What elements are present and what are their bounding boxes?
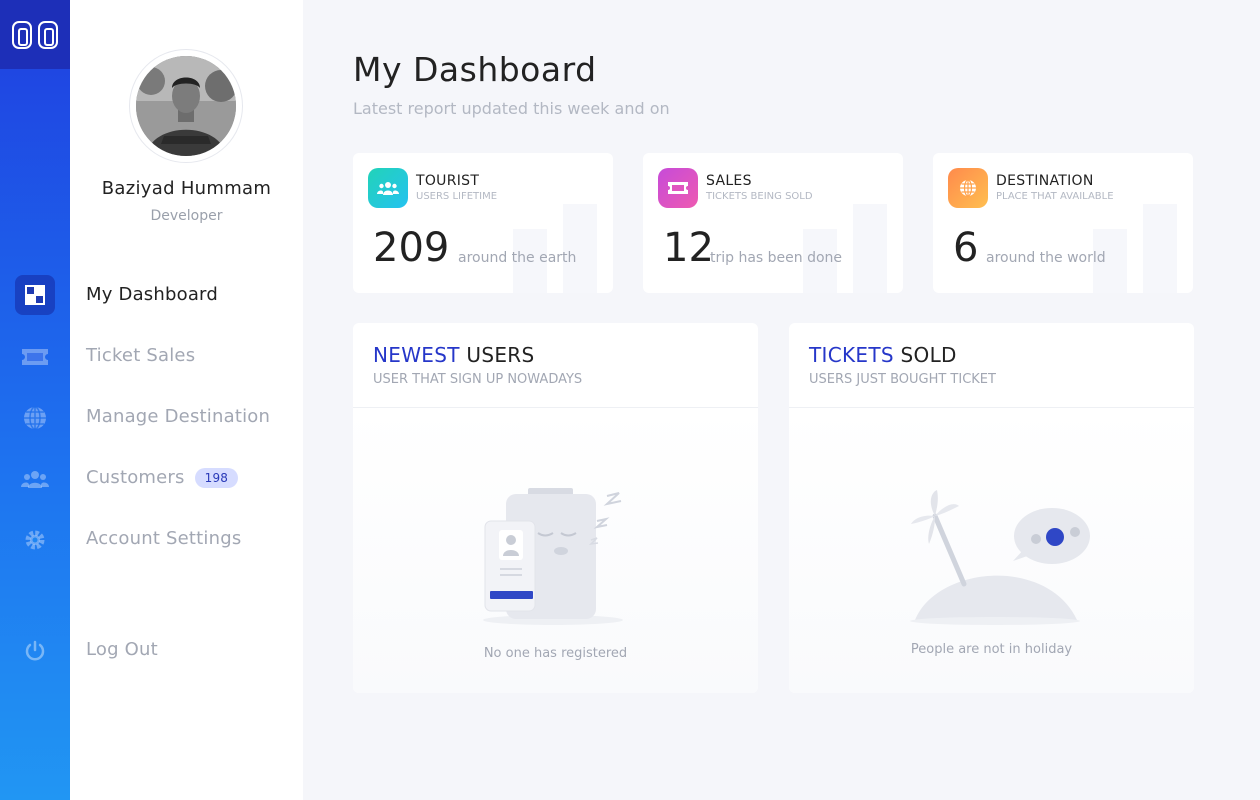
card-title-rest: USERS [466,343,535,367]
stat-title: SALES [706,173,752,189]
nav-item-label: My Dashboard [86,284,218,305]
stat-value: 6 [953,225,979,271]
card-title-rest: SOLD [900,343,957,367]
card-subtitle: USER THAT SIGN UP NOWADAYS [373,372,583,387]
card-body: No one has registered [353,408,758,693]
nav-item-label: Account Settings [86,528,242,549]
card-body: People are not in holiday [789,408,1194,693]
dashboard-icon[interactable] [15,275,55,315]
stat-subtitle: USERS LIFETIME [416,191,498,202]
globe-icon[interactable] [15,398,55,438]
nav-item-my-dashboard[interactable]: My Dashboard [86,284,218,305]
stat-card-destination[interactable]: DESTINATION PLACE THAT AVAILABLE 6 aroun… [933,153,1193,293]
power-icon[interactable] [15,631,55,671]
nav-item-ticket-sales[interactable]: Ticket Sales [86,345,195,366]
users-icon[interactable] [15,459,55,499]
card-header: NEWEST USERS USER THAT SIGN UP NOWADAYS [353,323,758,408]
stat-card-sales[interactable]: SALES TICKETS BEING SOLD 12 trip has bee… [643,153,903,293]
card-title: TICKETS SOLD [809,343,1174,367]
card-title-highlight: NEWEST [373,343,460,367]
stat-description: trip has been done [710,250,843,266]
nav-item-customers[interactable]: Customers 198 [86,467,239,488]
nav-item-label: Ticket Sales [86,345,196,366]
icon-rail [0,0,70,800]
decorative-bar [563,204,597,293]
user-role: Developer [150,208,223,224]
logout-label: Log Out [86,639,158,660]
decorative-bar [853,204,887,293]
stat-card-tourist[interactable]: TOURIST USERS LIFETIME 209 around the ea… [353,153,613,293]
stat-subtitle: TICKETS BEING SOLD [706,191,813,202]
stat-description: around the world [986,250,1106,266]
nav-item-label: Customers [86,467,185,488]
page-title: My Dashboard [353,50,597,89]
tickets-sold-card: TICKETS SOLD USERS JUST BOUGHT TICKET Pe… [789,323,1194,693]
stat-title: TOURIST [416,173,480,189]
customers-count-badge: 198 [194,468,239,488]
stat-description: around the earth [458,250,577,266]
users-icon [368,168,408,208]
side-panel: Baziyad Hummam Developer My Dashboard Ti… [70,0,303,800]
gear-icon[interactable] [15,520,55,560]
card-title-highlight: TICKETS [809,343,894,367]
stat-subtitle: PLACE THAT AVAILABLE [996,191,1114,202]
avatar-photo [136,56,236,156]
nav-item-manage-destination[interactable]: Manage Destination [86,406,270,427]
card-subtitle: USERS JUST BOUGHT TICKET [809,372,996,387]
user-name: Baziyad Hummam [101,178,272,199]
logo-icon[interactable] [0,0,70,69]
logout-button[interactable]: Log Out [86,639,158,660]
sleeping-phone-illustration [483,488,623,625]
decorative-bar [1143,204,1177,293]
stat-value: 12 [663,225,714,271]
card-header: TICKETS SOLD USERS JUST BOUGHT TICKET [789,323,1194,408]
nav-item-account-settings[interactable]: Account Settings [86,528,241,549]
avatar[interactable] [129,49,243,163]
ticket-icon [658,168,698,208]
island-illustration [910,490,1090,625]
stat-value: 209 [373,225,450,271]
empty-state-message: No one has registered [483,646,628,661]
page-subtitle: Latest report updated this week and on [353,99,670,118]
newest-users-card: NEWEST USERS USER THAT SIGN UP NOWADAYS … [353,323,758,693]
nav-item-label: Manage Destination [86,406,271,427]
empty-state-message: People are not in holiday [910,642,1073,657]
stat-title: DESTINATION [996,173,1094,189]
globe-icon [948,168,988,208]
ticket-icon[interactable] [15,337,55,377]
card-title: NEWEST USERS [373,343,738,367]
